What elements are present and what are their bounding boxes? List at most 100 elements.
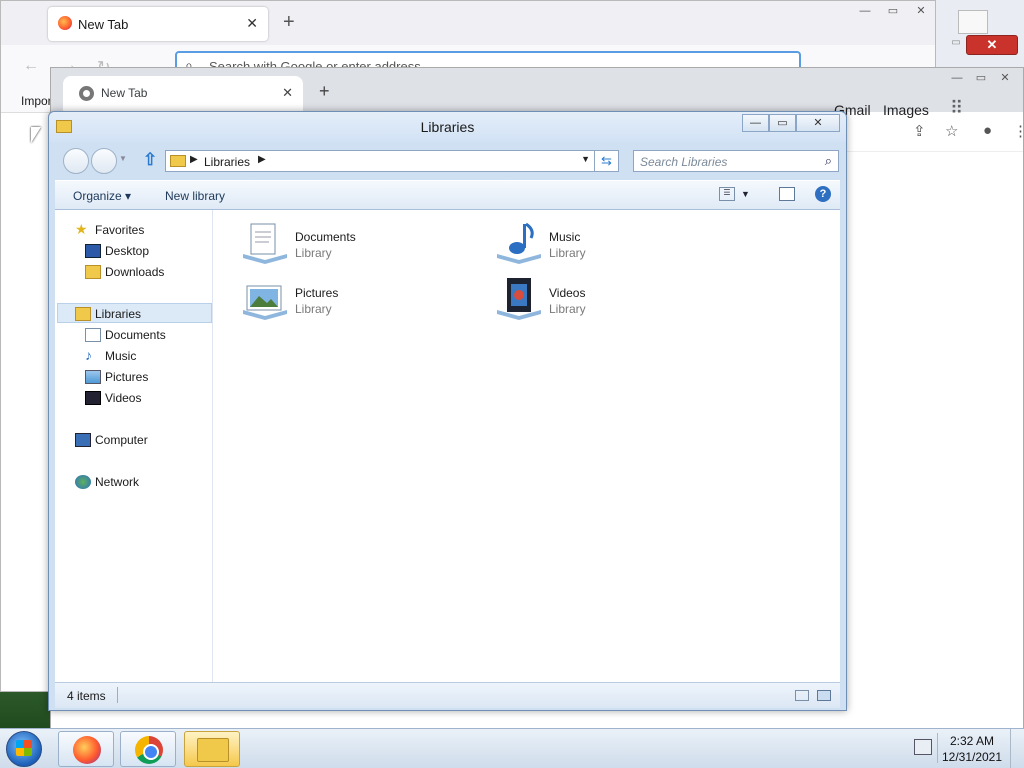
explorer-address-row: ▼ ⇧ ▶ Libraries ▶ ▼ ⇆ Search Libraries ⌕ (57, 148, 839, 174)
command-bar: Organize ▾ New library ☰ ▼ ? (55, 180, 840, 210)
libraries-folder-icon (75, 307, 91, 321)
view-dropdown-icon[interactable]: ▼ (741, 189, 750, 199)
taskbar-explorer[interactable] (184, 731, 240, 767)
library-items: Documents Library Music Library Pictures… (215, 210, 840, 682)
library-item-music[interactable]: Music Library (479, 214, 699, 264)
nav-favorites-label: Favorites (95, 223, 145, 237)
library-type: Library (295, 246, 332, 260)
library-type: Library (295, 302, 332, 316)
large-icons-view-icon[interactable] (817, 690, 831, 701)
close-button[interactable]: ✕ (796, 114, 840, 132)
chrome-tab-new-tab[interactable]: New Tab ✕ (63, 76, 303, 112)
address-dropdown-icon[interactable]: ▼ (581, 154, 590, 164)
star-icon[interactable]: ☆ (945, 122, 958, 140)
film-icon (85, 391, 101, 405)
maximize-button[interactable]: ▭ (769, 114, 796, 132)
search-placeholder: Search Libraries (640, 155, 728, 169)
taskbar: 2:32 AM 12/31/2021 (0, 728, 1024, 768)
library-item-documents[interactable]: Documents Library (225, 214, 445, 264)
music-note-icon (497, 222, 541, 264)
windows-start-icon[interactable] (6, 731, 42, 767)
minimize-button[interactable]: — (851, 1, 879, 21)
forward-button[interactable] (91, 148, 117, 174)
tray-divider (937, 733, 938, 763)
action-center-icon[interactable] (914, 739, 932, 755)
status-bar: 4 items (55, 682, 840, 708)
background-window-close-button[interactable]: ✕ (966, 35, 1018, 55)
navigation-pane: ★ Favorites Desktop Downloads Libraries … (55, 210, 213, 682)
nav-pictures-label: Pictures (105, 370, 149, 384)
back-button[interactable] (63, 148, 89, 174)
taskbar-firefox[interactable] (58, 731, 114, 767)
change-view-icon[interactable]: ☰ (719, 187, 735, 201)
library-name: Music (549, 230, 581, 244)
explorer-title: Libraries (420, 119, 475, 135)
nav-videos-label: Videos (105, 391, 142, 405)
organize-button[interactable]: Organize ▾ (73, 189, 131, 203)
library-name: Documents (295, 230, 356, 244)
new-tab-button[interactable]: + (319, 81, 330, 102)
star-icon: ★ (75, 221, 88, 237)
network-icon (75, 475, 91, 489)
picture-icon (243, 285, 287, 320)
breadcrumb-chevron-icon[interactable]: ▶ (258, 154, 266, 165)
new-library-button[interactable]: New library (165, 189, 225, 203)
desktop-file-icon[interactable] (958, 10, 988, 34)
clock-time: 2:32 AM (949, 734, 995, 748)
show-desktop-button[interactable] (1010, 729, 1024, 768)
firefox-icon (58, 16, 72, 30)
details-view-icon[interactable] (795, 690, 809, 701)
help-icon[interactable]: ? (815, 186, 831, 202)
explorer-body: ★ Favorites Desktop Downloads Libraries … (55, 210, 840, 682)
close-button[interactable]: ✕ (993, 71, 1017, 84)
desktop-icon (85, 244, 101, 258)
nav-music-label: Music (105, 349, 137, 363)
new-tab-button[interactable]: + (283, 11, 295, 34)
system-clock[interactable]: 2:32 AM 12/31/2021 (940, 733, 1004, 765)
chrome-icon (79, 86, 94, 101)
firefox-tab-new-tab[interactable]: New Tab ✕ (48, 7, 268, 41)
up-arrow-icon[interactable]: ⇧ (143, 150, 157, 170)
search-box[interactable]: Search Libraries ⌕ (633, 150, 839, 172)
share-icon[interactable]: ⇪ (913, 122, 926, 140)
firefox-icon (73, 736, 101, 764)
maximize-button[interactable]: ▭ (969, 71, 993, 84)
explorer-window: Libraries — ▭ ✕ ▼ ⇧ ▶ Libraries ▶ ▼ ⇆ Se… (48, 111, 847, 711)
refresh-button[interactable]: ⇆ (595, 150, 619, 172)
menu-icon[interactable]: ⋮ (1013, 122, 1024, 140)
close-button[interactable]: ✕ (907, 1, 935, 21)
chrome-tabbar: New Tab ✕ + — ▭ ✕ (51, 68, 1023, 112)
chrome-icon (135, 736, 163, 764)
minimize-button[interactable]: — (945, 72, 969, 84)
breadcrumb-libraries[interactable]: Libraries (204, 155, 250, 169)
document-icon (243, 223, 287, 264)
taskbar-chrome[interactable] (120, 731, 176, 767)
close-tab-icon[interactable]: ✕ (246, 15, 258, 32)
maximize-button[interactable]: ▭ (879, 1, 907, 21)
explorer-titlebar[interactable]: Libraries — ▭ ✕ (49, 112, 846, 142)
close-tab-icon[interactable]: ✕ (282, 85, 293, 101)
mouse-cursor-icon (31, 127, 41, 143)
nav-libraries-label: Libraries (95, 307, 142, 321)
history-dropdown-icon[interactable]: ▼ (119, 154, 127, 163)
preview-pane-icon[interactable] (779, 187, 795, 201)
item-count: 4 items (67, 689, 106, 703)
nav-network-label: Network (95, 475, 140, 489)
minimize-button[interactable]: — (742, 114, 769, 132)
library-item-videos[interactable]: Videos Library (479, 270, 699, 320)
images-link[interactable]: Images (883, 102, 929, 118)
firefox-tabbar: New Tab ✕ + — ▭ ✕ (1, 1, 935, 45)
library-item-pictures[interactable]: Pictures Library (225, 270, 445, 320)
music-note-icon: ♪ (85, 347, 92, 363)
firefox-tab-title: New Tab (78, 17, 129, 32)
chrome-tab-title: New Tab (101, 86, 148, 100)
profile-icon[interactable]: ● (983, 122, 992, 139)
breadcrumb-chevron-icon[interactable]: ▶ (190, 154, 198, 165)
background-window-maximize-button[interactable]: ▭ (946, 37, 966, 53)
status-divider (117, 687, 118, 703)
address-bar[interactable]: ▶ Libraries ▶ ▼ (165, 150, 595, 172)
library-type: Library (549, 246, 586, 260)
back-arrow-icon[interactable]: ← (23, 57, 39, 75)
library-type: Library (549, 302, 586, 316)
apps-grid-icon[interactable]: ⠿ (950, 98, 963, 119)
